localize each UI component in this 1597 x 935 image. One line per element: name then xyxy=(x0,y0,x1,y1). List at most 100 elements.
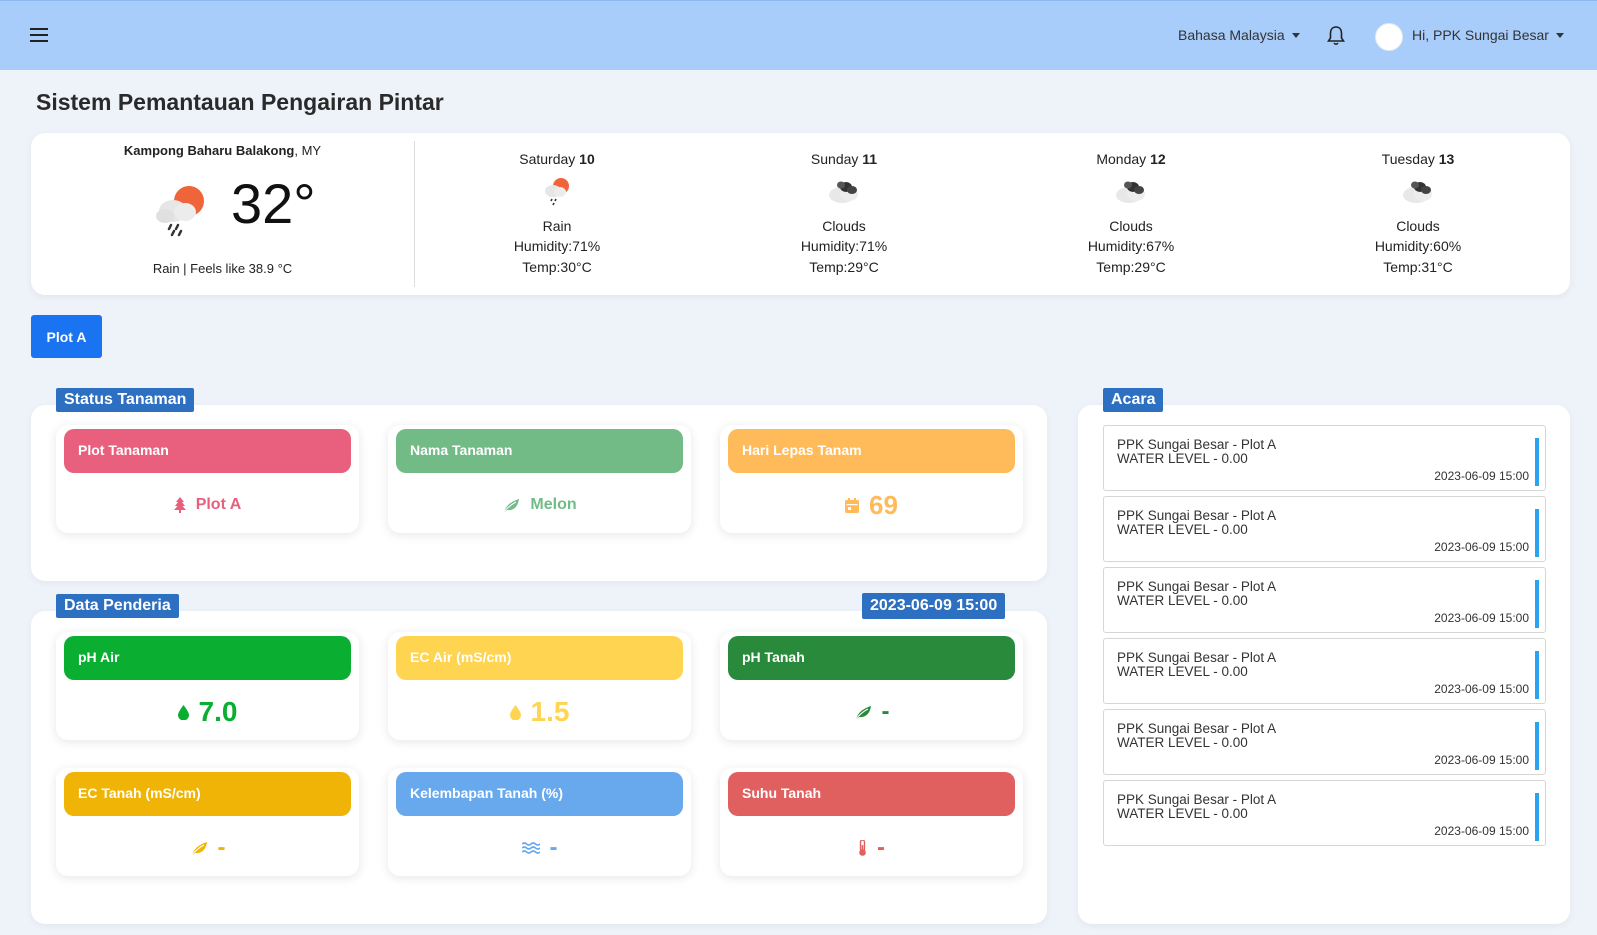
card-value: - xyxy=(720,692,1023,732)
user-menu-dropdown[interactable]: Hi, PPK Sungai Besar xyxy=(1412,27,1564,43)
top-navbar: Bahasa Malaysia Hi, PPK Sungai Besar xyxy=(0,0,1597,70)
card-header: pH Tanah xyxy=(728,636,1015,680)
forecast-condition: Clouds xyxy=(1109,217,1153,234)
card-header: Nama Tanaman xyxy=(396,429,683,473)
card-value: - xyxy=(720,828,1023,868)
user-greeting: Hi, PPK Sungai Besar xyxy=(1412,27,1549,43)
event-title: PPK Sungai Besar - Plot A xyxy=(1117,650,1277,665)
ph-air-card: pH Air 7.0 xyxy=(56,632,359,740)
caret-down-icon xyxy=(1291,33,1300,38)
status-tag: Status Tanaman xyxy=(56,388,195,412)
event-title: PPK Sungai Besar - Plot A xyxy=(1117,579,1277,594)
bell-icon[interactable] xyxy=(1326,25,1346,47)
event-detail: WATER LEVEL - 0.00 xyxy=(1117,451,1248,466)
event-detail: WATER LEVEL - 0.00 xyxy=(1117,593,1248,608)
card-value: - xyxy=(388,828,691,868)
event-accent-bar xyxy=(1535,580,1539,628)
weather-card: Kampong Baharu Balakong, MY 32° Rain | F… xyxy=(31,133,1570,295)
forecast-temp: Temp:29°C xyxy=(809,258,879,275)
plot-a-button[interactable]: Plot A xyxy=(31,315,102,358)
page-title: Sistem Pemantauan Pengairan Pintar xyxy=(36,89,444,115)
event-item[interactable]: PPK Sungai Besar - Plot A WATER LEVEL - … xyxy=(1103,780,1546,846)
event-item[interactable]: PPK Sungai Besar - Plot A WATER LEVEL - … xyxy=(1103,709,1546,775)
nama-tanaman-card: Nama Tanaman Melon xyxy=(388,425,691,533)
calendar-icon xyxy=(845,497,860,513)
card-value: Melon xyxy=(388,485,691,525)
sensor-tag: Data Penderia xyxy=(56,594,179,618)
tree-icon xyxy=(173,497,186,513)
event-title: PPK Sungai Besar - Plot A xyxy=(1117,792,1277,807)
forecast-condition: Rain xyxy=(542,217,572,234)
event-title: PPK Sungai Besar - Plot A xyxy=(1117,721,1277,736)
droplet-icon xyxy=(177,704,189,720)
card-header: EC Tanah (mS/cm) xyxy=(64,772,351,816)
card-header: EC Air (mS/cm) xyxy=(396,636,683,680)
card-value: Plot A xyxy=(56,485,359,525)
sensor-datetime-badge: 2023-06-09 15:00 xyxy=(862,593,1006,619)
leaf-icon xyxy=(191,842,207,856)
event-time: 2023-06-09 15:00 xyxy=(1434,540,1529,554)
event-title: PPK Sungai Besar - Plot A xyxy=(1117,508,1277,523)
event-detail: WATER LEVEL - 0.00 xyxy=(1117,522,1248,537)
rain-sun-icon xyxy=(156,186,204,237)
card-value: 69 xyxy=(720,485,1023,525)
plot-tanaman-card: Plot Tanaman Plot A xyxy=(56,425,359,533)
rain-icon xyxy=(545,177,569,205)
language-label: Bahasa Malaysia xyxy=(1178,27,1285,43)
forecast-day-label: Sunday 11 xyxy=(810,151,878,167)
event-detail: WATER LEVEL - 0.00 xyxy=(1117,806,1248,821)
forecast-temp: Temp:31°C xyxy=(1383,258,1453,275)
forecast-humidity: Humidity:71% xyxy=(513,238,601,254)
event-accent-bar xyxy=(1535,793,1539,841)
clouds-icon xyxy=(1403,181,1432,203)
card-header: Suhu Tanah xyxy=(728,772,1015,816)
event-item[interactable]: PPK Sungai Besar - Plot A WATER LEVEL - … xyxy=(1103,425,1546,491)
card-value: - xyxy=(56,828,359,868)
current-weather: Kampong Baharu Balakong, MY 32° Rain | F… xyxy=(31,133,414,295)
droplet-icon xyxy=(509,704,521,720)
event-time: 2023-06-09 15:00 xyxy=(1434,682,1529,696)
forecast-day-label: Tuesday 13 xyxy=(1381,151,1455,167)
avatar[interactable] xyxy=(1375,23,1403,51)
leaf-icon xyxy=(855,706,871,720)
thermometer-icon xyxy=(859,840,866,856)
language-dropdown[interactable]: Bahasa Malaysia xyxy=(1178,27,1300,43)
leaf-icon xyxy=(504,499,520,513)
hari-lepas-tanam-card: Hari Lepas Tanam 69 xyxy=(720,425,1023,533)
event-title: PPK Sungai Besar - Plot A xyxy=(1117,437,1277,452)
event-detail: WATER LEVEL - 0.00 xyxy=(1117,664,1248,679)
clouds-icon xyxy=(829,181,858,203)
forecast-day-label: Monday 12 xyxy=(1096,151,1166,167)
card-header: Kelembapan Tanah (%) xyxy=(396,772,683,816)
weather-description: Rain | Feels like 38.9 °C xyxy=(152,261,293,276)
forecast-day: Tuesday 13 Clouds Humidity:60% Temp:31°C xyxy=(1318,149,1518,277)
forecast-temp: Temp:29°C xyxy=(1096,258,1166,275)
water-waves-icon xyxy=(521,842,540,854)
kelembapan-tanah-card: Kelembapan Tanah (%) - xyxy=(388,768,691,876)
event-time: 2023-06-09 15:00 xyxy=(1434,824,1529,838)
menu-toggle-icon[interactable] xyxy=(30,28,48,44)
card-value: 1.5 xyxy=(388,692,691,732)
event-item[interactable]: PPK Sungai Besar - Plot A WATER LEVEL - … xyxy=(1103,638,1546,704)
event-accent-bar xyxy=(1535,651,1539,699)
caret-down-icon xyxy=(1555,33,1564,38)
event-time: 2023-06-09 15:00 xyxy=(1434,469,1529,483)
event-item[interactable]: PPK Sungai Besar - Plot A WATER LEVEL - … xyxy=(1103,496,1546,562)
event-item[interactable]: PPK Sungai Besar - Plot A WATER LEVEL - … xyxy=(1103,567,1546,633)
forecast-humidity: Humidity:60% xyxy=(1374,238,1462,254)
forecast-temp: Temp:30°C xyxy=(522,258,592,275)
forecast-humidity: Humidity:67% xyxy=(1087,238,1175,254)
events-tag: Acara xyxy=(1103,388,1164,412)
forecast-humidity: Humidity:71% xyxy=(800,238,888,254)
ec-tanah-card: EC Tanah (mS/cm) - xyxy=(56,768,359,876)
clouds-icon xyxy=(1116,181,1145,203)
ph-tanah-card: pH Tanah - xyxy=(720,632,1023,740)
divider xyxy=(414,141,415,287)
forecast-day: Sunday 11 Clouds Humidity:71% Temp:29°C xyxy=(744,149,944,277)
event-time: 2023-06-09 15:00 xyxy=(1434,753,1529,767)
forecast-condition: Clouds xyxy=(1396,217,1440,234)
card-value: 7.0 xyxy=(56,692,359,732)
event-accent-bar xyxy=(1535,509,1539,557)
card-header: pH Air xyxy=(64,636,351,680)
suhu-tanah-card: Suhu Tanah - xyxy=(720,768,1023,876)
